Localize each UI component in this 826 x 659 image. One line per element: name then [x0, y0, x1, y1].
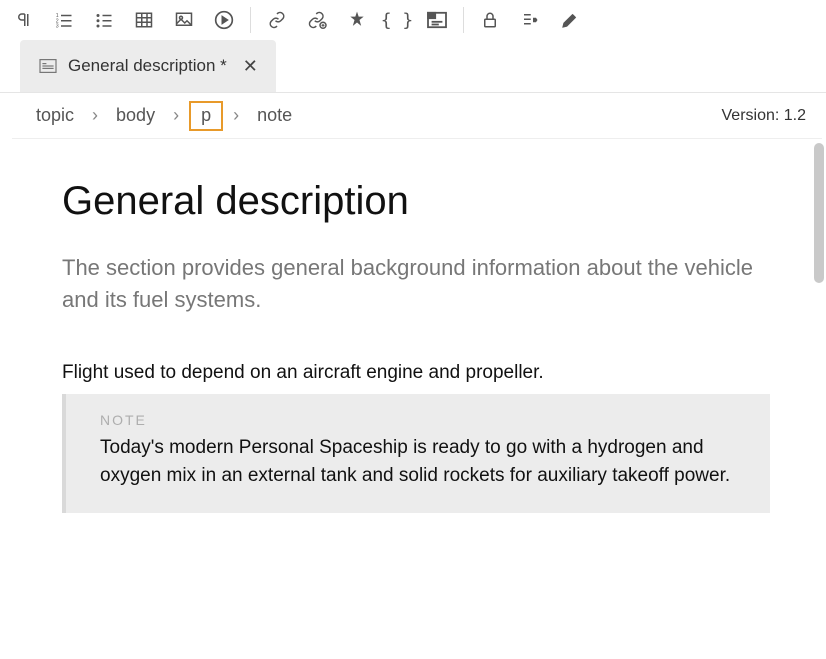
lock-icon[interactable] [470, 2, 510, 38]
lead-paragraph: The section provides general background … [62, 252, 770, 316]
toolbar-separator [250, 7, 251, 33]
bullet-list-icon[interactable] [84, 2, 124, 38]
breadcrumb-bar: topic › body › p › note Version: 1.2 [12, 93, 822, 139]
breadcrumb-p[interactable]: p [189, 101, 223, 131]
link-icon[interactable] [257, 2, 297, 38]
star-icon[interactable] [337, 2, 377, 38]
body-paragraph: Flight used to depend on an aircraft eng… [62, 362, 770, 384]
breadcrumb-topic[interactable]: topic [28, 103, 82, 128]
toolbar: 123 { } [0, 0, 826, 40]
ordered-list-icon[interactable]: 123 [44, 2, 84, 38]
breadcrumb: topic › body › p › note [28, 101, 300, 131]
tab-general-description[interactable]: General description * ✕ [20, 40, 276, 92]
breadcrumb-note[interactable]: note [249, 103, 300, 128]
document-icon [38, 58, 58, 74]
chevron-right-icon: › [92, 105, 98, 126]
tab-title: General description * [68, 56, 227, 76]
image-icon[interactable] [164, 2, 204, 38]
pilcrow-icon[interactable] [4, 2, 44, 38]
chevron-right-icon: › [173, 105, 179, 126]
link-edit-icon[interactable] [297, 2, 337, 38]
tab-bar: General description * ✕ [0, 40, 826, 93]
note-block: NOTE Today's modern Personal Spaceship i… [62, 394, 770, 513]
page-title: General description [62, 179, 770, 224]
editor-area: General description The section provides… [14, 139, 826, 659]
close-icon[interactable]: ✕ [243, 56, 258, 77]
label-box-icon[interactable] [417, 2, 457, 38]
braces-icon[interactable]: { } [377, 2, 417, 38]
note-text: Today's modern Personal Spaceship is rea… [100, 434, 744, 491]
toolbar-separator [463, 7, 464, 33]
table-icon[interactable] [124, 2, 164, 38]
note-label: NOTE [100, 412, 744, 428]
breadcrumb-body[interactable]: body [108, 103, 163, 128]
list-tag-icon[interactable] [510, 2, 550, 38]
video-icon[interactable] [204, 2, 244, 38]
editor-content[interactable]: General description The section provides… [14, 139, 826, 659]
highlighter-icon[interactable] [550, 2, 590, 38]
chevron-right-icon: › [233, 105, 239, 126]
version-label: Version: 1.2 [722, 107, 807, 125]
svg-text:3: 3 [56, 24, 59, 30]
